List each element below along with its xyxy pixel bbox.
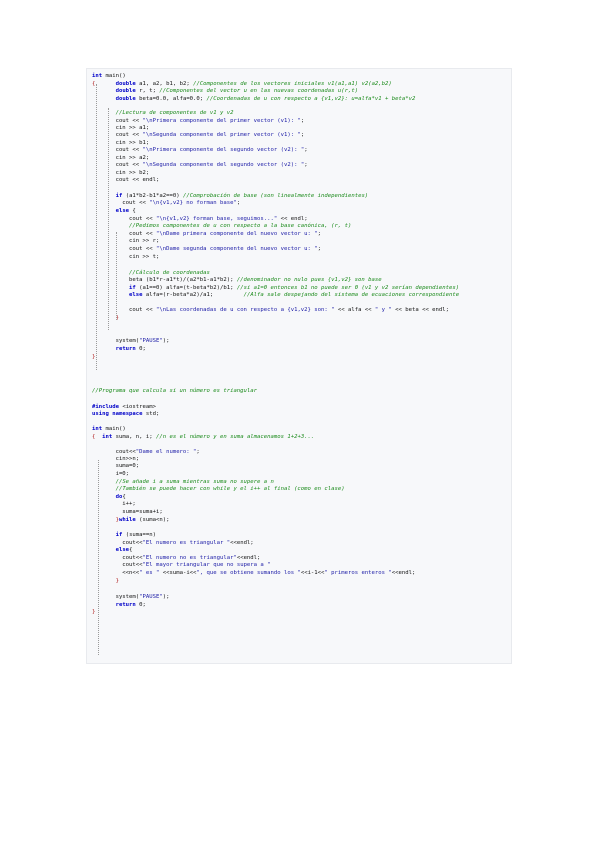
code-line: return 0; xyxy=(115,346,146,352)
code-line: cin >> t; xyxy=(92,254,160,260)
code-line: } xyxy=(92,354,96,360)
code-line: { int suma, n, i; //n es el número y en … xyxy=(92,434,315,440)
indent-guide xyxy=(96,84,97,370)
code-line: suma=0; xyxy=(92,463,140,469)
code-line: //Pedimos componentes de u con respecto … xyxy=(129,223,352,229)
code-line: cout << "\nSegunda componente del segund… xyxy=(92,162,308,168)
code-line: } xyxy=(92,609,96,615)
indent-guide xyxy=(98,460,99,655)
code-line: system("PAUSE"); xyxy=(92,338,170,344)
code-line: if (suma==n) xyxy=(115,532,157,538)
code-line: <<n<<" es " <<suma-i<<", que se obtiene … xyxy=(92,570,416,576)
code-line: cout << "\nSegunda componente del primer… xyxy=(92,132,305,138)
code-line: else { xyxy=(115,208,136,214)
code-line: //Programa que calcula si un número es t… xyxy=(92,388,258,394)
code-line: }while (suma<n); xyxy=(115,517,170,523)
code-line: system("PAUSE"); xyxy=(92,594,170,600)
code-line: double r, t; //Componentes del vector u … xyxy=(115,88,359,94)
indent-guide xyxy=(108,108,109,330)
code-line: beta (b1*r-a1*t)/(a2*b1-a1*b2); //denomi… xyxy=(92,277,382,283)
code-line: cout << "\nPrimera componente del segund… xyxy=(92,147,308,153)
code-line: cout << endl; xyxy=(92,177,160,183)
code-line: cout<<"El mayor triangular que no supera… xyxy=(92,562,271,568)
code-line: using namespace std; xyxy=(92,411,160,417)
code-line: cout << "\nLas coordenadas de u con resp… xyxy=(92,307,450,313)
code-line: //Lectura de componentes de v1 y v2 xyxy=(115,110,234,116)
code-line: int main() xyxy=(92,426,126,432)
code-line: suma=suma+i; xyxy=(92,509,163,515)
code-line: int main() xyxy=(92,73,126,79)
code-line: double beta=0.0, alfa=0.0; //Coordenadas… xyxy=(115,96,416,102)
code-line: cout << "\nDame segunda componente del n… xyxy=(92,246,322,252)
code-line: else alfa=(r-beta*a2)/a1; //Alfa sale de… xyxy=(129,292,460,298)
code-line: cout << "\n{v1,v2} no forman base"; xyxy=(92,200,241,206)
code-line: return 0; xyxy=(115,602,146,608)
indent-guide xyxy=(116,232,117,320)
code-line: } xyxy=(115,578,119,584)
code-line: //También se puede hacer con while y el … xyxy=(115,486,345,492)
code-line: cin >> r; xyxy=(92,238,160,244)
